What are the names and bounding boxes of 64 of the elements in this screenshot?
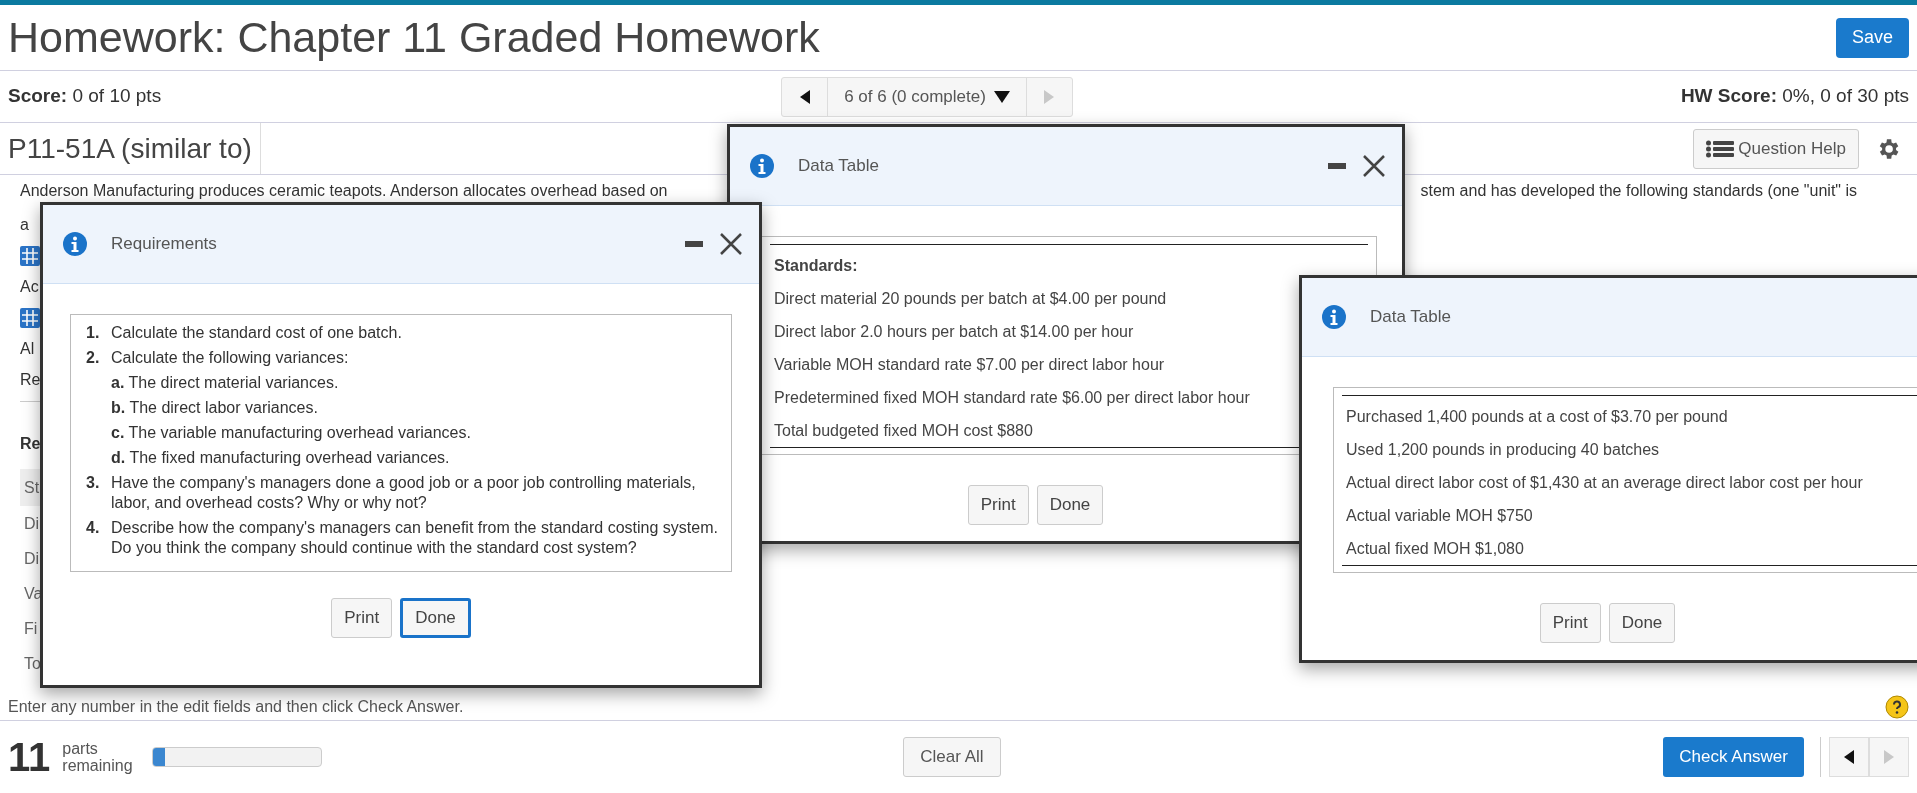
section-heading: Re bbox=[20, 433, 41, 454]
dialog-title: Data Table bbox=[798, 155, 879, 178]
table-heading: Standards: bbox=[773, 255, 859, 276]
help-icon[interactable] bbox=[1885, 694, 1909, 719]
table-row-text: Used 1,200 pounds in producing 40 batches bbox=[1345, 439, 1661, 460]
info-icon bbox=[750, 154, 774, 178]
table-row-text: Variable MOH standard rate $7.00 per direct labor hour bbox=[773, 354, 1166, 375]
table-row-text: To bbox=[23, 653, 41, 674]
item-number: 2. bbox=[86, 348, 101, 368]
hw-score-text: HW Score: 0%, 0 of 30 pts bbox=[1680, 84, 1909, 109]
table-row-text: Total budgeted fixed MOH cost $880 bbox=[773, 420, 1034, 441]
requirement-text: d. The fixed manufacturing overhead variances. bbox=[111, 449, 450, 466]
requirement-text: a. The direct material variances. bbox=[111, 374, 339, 391]
print-button[interactable]: Print bbox=[1539, 603, 1601, 643]
requirement-text: Describe how the company's managers can benefit from the standard costing system. Do you think the company should continue with the standard cost system? bbox=[111, 518, 719, 558]
item-number: 1. bbox=[86, 323, 101, 343]
question-id: P11-51A (similar to) bbox=[0, 123, 261, 174]
done-button[interactable]: Done bbox=[400, 598, 471, 638]
score-text: Score: 0 of 10 pts bbox=[8, 84, 162, 109]
parts-count: 11 bbox=[8, 734, 51, 781]
item-number: 3. bbox=[86, 473, 101, 493]
table-row-text: Predetermined fixed MOH standard rate $6.00 per direct labor hour bbox=[773, 387, 1251, 408]
question-text: a bbox=[20, 214, 29, 235]
item-number: 4. bbox=[86, 518, 101, 538]
question-text: Anderson Manufacturing produces ceramic teapots. Anderson allocates overhead based on bbox=[20, 181, 668, 201]
table-row-text: Actual fixed MOH $1,080 bbox=[1345, 538, 1525, 559]
clear-all-button[interactable]: Clear All bbox=[903, 737, 1001, 777]
question-text: Ac bbox=[20, 276, 39, 297]
table-row-text: Di bbox=[23, 548, 40, 569]
requirement-text: b. The direct labor variances. bbox=[111, 399, 318, 416]
table-row-text: Purchased 1,400 pounds at a cost of $3.70 per pound bbox=[1345, 406, 1729, 427]
question-text: Re bbox=[20, 369, 41, 390]
table-row-text: Direct material 20 pounds per batch at $4.00 per pound bbox=[773, 288, 1168, 309]
question-text: stem and has developed the following standards (one "unit" is bbox=[1420, 181, 1857, 201]
table-row-text: Fi bbox=[23, 618, 38, 639]
parts-label: parts remaining bbox=[62, 740, 134, 774]
page-title: Homework: Chapter 11 Graded Homework bbox=[8, 12, 820, 64]
done-button[interactable]: Done bbox=[1036, 485, 1104, 525]
list-icon bbox=[1706, 139, 1735, 158]
question-help-button[interactable]: Question Help bbox=[1693, 128, 1859, 169]
table-row-text: Direct labor 2.0 hours per batch at $14.00 per hour bbox=[773, 321, 1135, 342]
dialog-title: Data Table bbox=[1370, 306, 1451, 329]
table-row-text: Actual variable MOH $750 bbox=[1345, 505, 1534, 526]
save-button[interactable]: Save bbox=[1835, 17, 1909, 58]
close-icon[interactable] bbox=[719, 232, 743, 256]
print-button[interactable]: Print bbox=[331, 598, 393, 638]
requirement-text: Have the company's managers done a good job or a poor job controlling materials, labor, and overhead costs? Why or why not? bbox=[111, 473, 697, 513]
question-dropdown[interactable]: 6 of 6 (0 complete) bbox=[828, 77, 1026, 116]
requirement-text: c. The variable manufacturing overhead variances. bbox=[111, 424, 471, 441]
table-row-text: Actual direct labor cost of $1,430 at an average direct labor cost per hour bbox=[1345, 472, 1864, 493]
requirement-text: Calculate the following variances: bbox=[111, 348, 349, 368]
dialog-title: Requirements bbox=[111, 233, 217, 256]
requirement-text: Calculate the standard cost of one batch. bbox=[111, 323, 402, 343]
table-row-text: Di bbox=[23, 513, 40, 534]
info-icon bbox=[63, 232, 87, 256]
print-button[interactable]: Print bbox=[967, 485, 1029, 525]
check-answer-button[interactable]: Check Answer bbox=[1663, 737, 1804, 777]
close-icon[interactable] bbox=[1362, 154, 1386, 178]
done-button[interactable]: Done bbox=[1608, 603, 1676, 643]
status-text: Enter any number in the edit fields and then click Check Answer. bbox=[8, 696, 464, 717]
question-text: Al bbox=[20, 338, 35, 359]
previous-button[interactable] bbox=[1829, 737, 1869, 777]
caret-icon bbox=[993, 90, 1010, 103]
info-icon bbox=[1322, 305, 1346, 329]
